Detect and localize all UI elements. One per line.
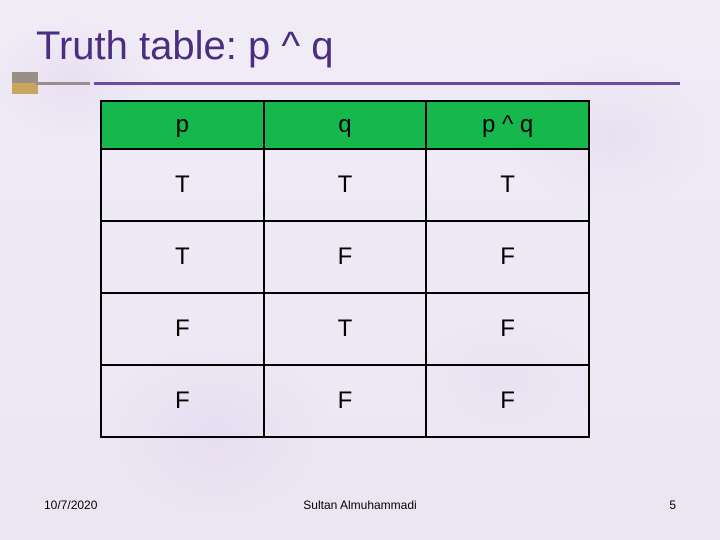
table-cell: F	[264, 221, 427, 293]
table-row: T F F	[101, 221, 589, 293]
table-header-cell: q	[264, 101, 427, 149]
footer-page-number: 5	[669, 498, 676, 512]
table-cell: F	[426, 293, 589, 365]
title-bullet-icon	[12, 72, 38, 94]
truth-table: p q p ^ q T T T T F F F T F F	[100, 100, 590, 438]
table-cell: T	[426, 149, 589, 221]
footer-author: Sultan Almuhammadi	[0, 498, 720, 512]
table-cell: T	[264, 149, 427, 221]
table-cell: F	[101, 293, 264, 365]
table-row: F T F	[101, 293, 589, 365]
table-cell: F	[426, 221, 589, 293]
table-cell: F	[101, 365, 264, 437]
table-row: T T T	[101, 149, 589, 221]
table-cell: T	[264, 293, 427, 365]
table-cell: F	[426, 365, 589, 437]
slide-title-row: Truth table: p ^ q	[36, 26, 680, 86]
title-underline	[36, 82, 680, 85]
slide-title: Truth table: p ^ q	[36, 24, 333, 68]
table-header-row: p q p ^ q	[101, 101, 589, 149]
table-cell: T	[101, 221, 264, 293]
table-row: F F F	[101, 365, 589, 437]
table-cell: T	[101, 149, 264, 221]
table-header-cell: p	[101, 101, 264, 149]
table-cell: F	[264, 365, 427, 437]
table-header-cell: p ^ q	[426, 101, 589, 149]
slide: Truth table: p ^ q p q p ^ q T T T	[0, 0, 720, 540]
